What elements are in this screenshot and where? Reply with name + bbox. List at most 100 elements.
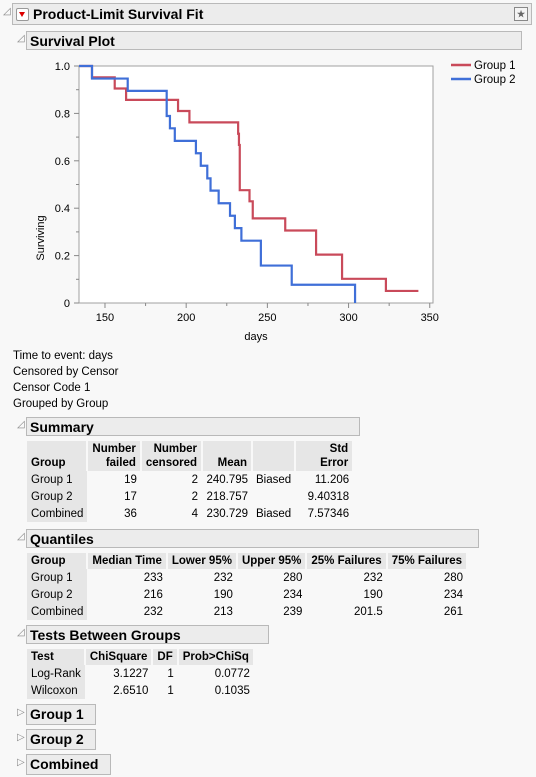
col-header — [252, 441, 297, 471]
cell: 2.6510 — [113, 684, 149, 697]
cell: 4 — [191, 507, 199, 520]
section-title: Summary — [30, 419, 94, 435]
col-header: Mean — [202, 441, 254, 471]
row-label: Group 1 — [27, 569, 88, 586]
cell: 0.1035 — [214, 684, 250, 697]
cell: 9.40318 — [307, 490, 350, 503]
row-label: Group 2 — [27, 586, 88, 603]
disclosure-icon[interactable]: ◿ — [17, 627, 25, 638]
combined-outline[interactable]: Combined — [26, 754, 111, 775]
survival-plot: 0 0.2 0.4 0.6 0.8 1.0 150 200 250 300 350 Group 1 G… — [35, 60, 516, 343]
expand-icon[interactable]: ▷ — [17, 757, 25, 768]
col-header: ChiSquare — [84, 649, 154, 665]
y-tick-label: 0.2 — [55, 251, 70, 263]
row-label: Group 2 — [27, 488, 88, 505]
col-header: Median Time — [87, 553, 168, 569]
x-axis-label: days — [244, 331, 268, 343]
expand-icon[interactable]: ▷ — [17, 707, 25, 718]
disclosure-icon[interactable]: ◿ — [17, 531, 25, 542]
col-header: 75% Failures — [386, 553, 469, 569]
table-row: Wilcoxon 2.6510 1 0.1035 — [27, 682, 254, 699]
disclosure-icon[interactable]: ◿ — [17, 419, 25, 430]
disclosure-icon[interactable]: ◿ — [17, 33, 25, 44]
cell: 190 — [363, 588, 383, 601]
pin-icon[interactable]: ★ — [514, 7, 528, 21]
col-header: Number censored — [140, 441, 204, 471]
cell: 218.757 — [206, 490, 249, 503]
cell: Biased — [256, 473, 292, 486]
cell: 36 — [124, 507, 137, 520]
info-censored: Censored by Censor — [13, 366, 119, 378]
legend-label: Group 2 — [474, 74, 516, 86]
cell: 234 — [283, 588, 303, 601]
table-row: Combined 36 4 230.729 Biased 7.57346 — [27, 505, 353, 522]
col-header: Test — [27, 649, 86, 665]
y-tick-label: 0 — [64, 298, 70, 310]
cell: 239 — [283, 605, 303, 618]
expand-icon[interactable]: ▷ — [17, 732, 25, 743]
cell: 261 — [443, 605, 464, 618]
cell: 280 — [443, 571, 464, 584]
cell: 7.57346 — [307, 507, 350, 520]
col-header: Lower 95% — [166, 553, 238, 569]
x-tick-label: 300 — [339, 312, 357, 324]
cell: 240.795 — [206, 473, 249, 486]
x-tick-label: 150 — [96, 312, 114, 324]
tests-header[interactable]: Tests Between Groups — [26, 625, 269, 644]
row-label: Combined — [27, 505, 88, 522]
cell: 233 — [143, 571, 163, 584]
outline-title: Group 2 — [30, 731, 84, 747]
table-row: Group 1 233 232 280 232 280 — [27, 569, 467, 586]
cell: 234 — [443, 588, 464, 601]
group2-outline[interactable]: Group 2 — [26, 729, 96, 750]
section-title: Tests Between Groups — [30, 627, 181, 643]
col-header: Upper 95% — [236, 553, 308, 569]
section-title: Quantiles — [30, 531, 94, 547]
row-label: Wilcoxon — [27, 682, 85, 699]
outline-title: Combined — [30, 756, 99, 772]
cell: 213 — [213, 605, 233, 618]
table-row: Combined 232 213 239 201.5 261 — [27, 603, 467, 620]
col-header: Group — [27, 553, 89, 569]
x-tick-label: 250 — [258, 312, 276, 324]
table-row: Group 2 216 190 234 190 234 — [27, 586, 467, 603]
table-row: Group 1 19 2 240.795 Biased 11.206 — [27, 471, 353, 488]
cell: 190 — [213, 588, 233, 601]
legend-label: Group 1 — [474, 60, 516, 72]
cell: 232 — [213, 571, 233, 584]
quantiles-table: Group Median Time Lower 95% Upper 95% 25% Fa… — [27, 553, 469, 620]
info-time: Time to event: days — [13, 350, 113, 362]
summary-header[interactable]: Summary — [26, 417, 360, 436]
cell: 19 — [124, 473, 137, 486]
col-header: DF — [152, 649, 179, 665]
quantiles-header[interactable]: Quantiles — [26, 529, 479, 548]
y-tick-label: 0.6 — [55, 156, 70, 168]
cell: 280 — [283, 571, 303, 584]
cell: 3.1227 — [113, 667, 149, 680]
y-tick-label: 1.0 — [55, 61, 70, 73]
y-tick-label: 0.4 — [55, 203, 70, 215]
cell: 1 — [167, 684, 174, 697]
col-header: NumberNumber failedfailed — [87, 441, 142, 471]
table-row: Log-Rank 3.1227 1 0.0772 — [27, 665, 254, 682]
x-tick-label: 200 — [177, 312, 195, 324]
outline-title: Group 1 — [30, 706, 84, 722]
info-censor-code: Censor Code 1 — [13, 382, 91, 394]
survival-plot-header[interactable]: Survival Plot — [26, 31, 522, 50]
disclosure-icon[interactable]: ◿ — [3, 6, 11, 17]
y-axis-label: Surviving — [35, 215, 47, 260]
col-header: 25% Failures — [306, 553, 388, 569]
red-triangle-menu-icon[interactable] — [16, 7, 29, 21]
row-label: Log-Rank — [27, 665, 85, 682]
cell: 232 — [363, 571, 383, 584]
group1-outline[interactable]: Group 1 — [26, 704, 96, 725]
tests-table: Test ChiSquare DF Prob>ChiSq Log-Rank 3.1227… — [27, 649, 255, 699]
cell: 17 — [124, 490, 137, 503]
table-row: Group 2 17 2 218.757 9.40318 — [27, 488, 353, 505]
col-header: Prob>ChiSq — [177, 649, 255, 665]
row-label: Group 1 — [27, 471, 88, 488]
report-title: Product-Limit Survival Fit — [33, 6, 204, 22]
cell: 2 — [191, 473, 199, 486]
cell: 11.206 — [314, 473, 350, 486]
cell: 216 — [143, 588, 163, 601]
